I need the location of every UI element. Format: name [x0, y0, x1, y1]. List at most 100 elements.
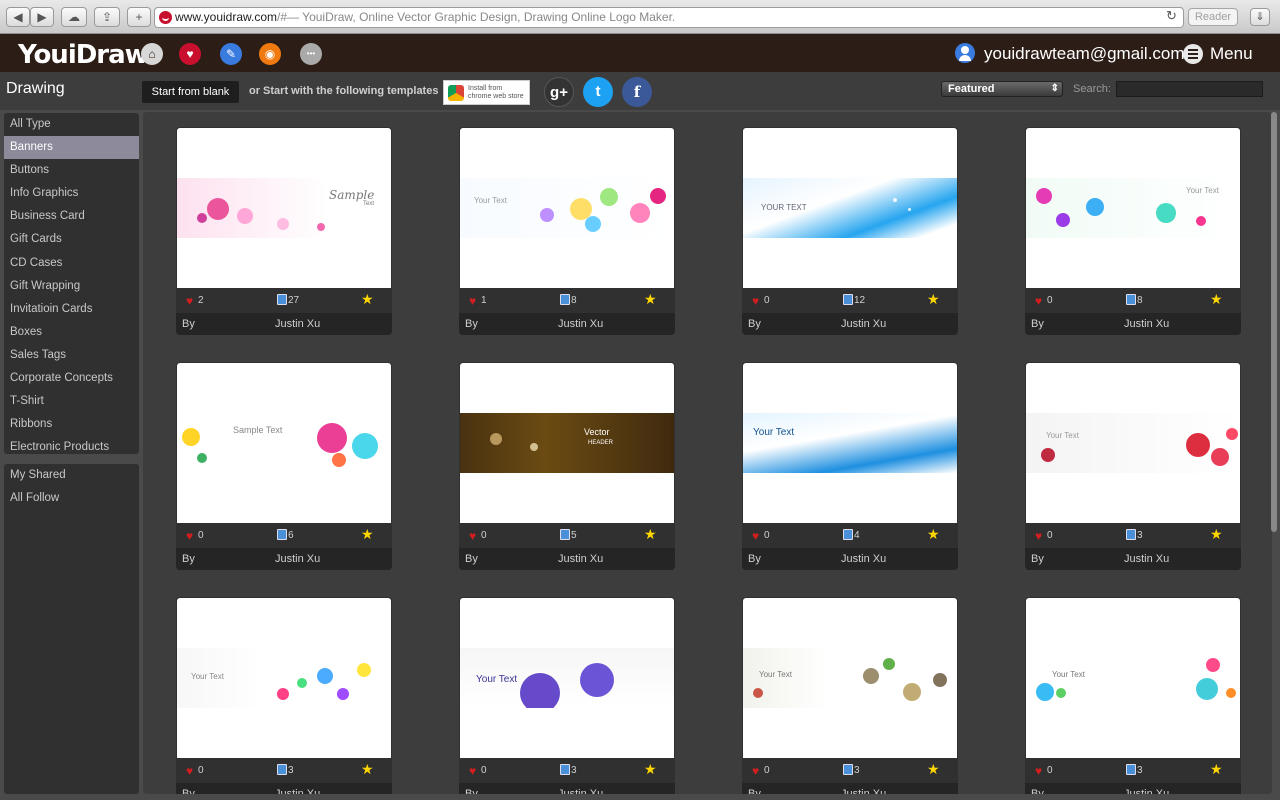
feather-icon[interactable]: ✎: [220, 43, 242, 65]
template-thumbnail[interactable]: Vector HEADER: [460, 363, 674, 523]
template-card[interactable]: Sample Text ♥ 2 27 ★ By Justin Xu: [176, 127, 392, 335]
sidebar-item-sales-tags[interactable]: Sales Tags: [4, 344, 139, 367]
new-tab-button[interactable]: +: [127, 7, 151, 27]
star-icon[interactable]: ★: [927, 291, 940, 308]
template-card[interactable]: Your Text ♥ 0 4 ★ By Justin Xu: [742, 362, 958, 570]
author-name[interactable]: Justin Xu: [841, 318, 886, 330]
menu-icon[interactable]: [1183, 44, 1203, 64]
search-input[interactable]: [1116, 81, 1263, 97]
back-button[interactable]: ◀: [6, 7, 30, 27]
edit-icon[interactable]: [1126, 529, 1136, 540]
template-thumbnail[interactable]: Your Text: [1026, 128, 1240, 288]
share-button[interactable]: ⇪: [94, 7, 120, 27]
author-name[interactable]: Justin Xu: [558, 553, 603, 565]
sidebar-item-t-shirt[interactable]: T-Shirt: [4, 390, 139, 413]
heart-icon[interactable]: ♥: [1035, 294, 1042, 308]
edit-icon[interactable]: [1126, 764, 1136, 775]
chrome-web-store-badge[interactable]: Install from chrome web store: [443, 80, 530, 105]
sidebar-item-banners[interactable]: Banners: [4, 136, 139, 160]
template-card[interactable]: YOUR TEXT ♥ 0 12 ★ By Justin Xu: [742, 127, 958, 335]
author-name[interactable]: Justin Xu: [558, 318, 603, 330]
star-icon[interactable]: ★: [361, 761, 374, 778]
heart-icon[interactable]: ♥: [186, 294, 193, 308]
template-thumbnail[interactable]: Your Text: [460, 128, 674, 288]
icloud-tabs-button[interactable]: ☁: [61, 7, 87, 27]
sidebar-item-ribbons[interactable]: Ribbons: [4, 413, 139, 436]
author-name[interactable]: Justin Xu: [275, 553, 320, 565]
star-icon[interactable]: ★: [1210, 526, 1223, 543]
author-name[interactable]: Justin Xu: [1124, 788, 1169, 794]
reader-button[interactable]: Reader: [1188, 8, 1238, 26]
home-icon[interactable]: ⌂: [141, 43, 163, 65]
template-card[interactable]: Your Text ♥ 0 3 ★ By Justin Xu: [1025, 597, 1241, 794]
address-bar[interactable]: www.youidraw.com/#— YouiDraw, Online Vec…: [154, 7, 1184, 28]
scrollbar-thumb[interactable]: [1271, 112, 1277, 532]
star-icon[interactable]: ★: [361, 526, 374, 543]
edit-icon[interactable]: [843, 294, 853, 305]
template-card[interactable]: Your Text ♥ 0 3 ★ By Justin Xu: [459, 597, 675, 794]
star-icon[interactable]: ★: [361, 291, 374, 308]
star-icon[interactable]: ★: [927, 526, 940, 543]
edit-icon[interactable]: [277, 294, 287, 305]
sidebar-item-corporate-concepts[interactable]: Corporate Concepts: [4, 367, 139, 390]
sidebar-item-boxes[interactable]: Boxes: [4, 321, 139, 344]
author-name[interactable]: Justin Xu: [1124, 318, 1169, 330]
template-thumbnail[interactable]: Your Text: [1026, 363, 1240, 523]
menu-button[interactable]: Menu: [1210, 44, 1253, 64]
sidebar-item-all-follow[interactable]: All Follow: [4, 487, 139, 510]
forward-button[interactable]: ▶: [30, 7, 54, 27]
template-thumbnail[interactable]: Your Text: [743, 363, 957, 523]
sidebar-item-invitatioin-cards[interactable]: Invitatioin Cards: [4, 298, 139, 321]
user-email[interactable]: youidrawteam@gmail.com: [984, 44, 1185, 64]
heart-icon[interactable]: ♥: [1035, 764, 1042, 778]
heart-icon[interactable]: ♥: [752, 294, 759, 308]
youidraw-logo[interactable]: YouiDraw: [18, 40, 149, 70]
sidebar-item-info-graphics[interactable]: Info Graphics: [4, 182, 139, 205]
author-name[interactable]: Justin Xu: [275, 318, 320, 330]
template-card[interactable]: Your Text ♥ 0 3 ★ By Justin Xu: [176, 597, 392, 794]
star-icon[interactable]: ★: [644, 526, 657, 543]
author-name[interactable]: Justin Xu: [1124, 553, 1169, 565]
sidebar-item-buttons[interactable]: Buttons: [4, 159, 139, 182]
template-card[interactable]: Vector HEADER ♥ 0 5 ★ By Justin Xu: [459, 362, 675, 570]
sidebar-item-gift-wrapping[interactable]: Gift Wrapping: [4, 275, 139, 298]
template-thumbnail[interactable]: Your Text: [177, 598, 391, 758]
sidebar-item-gift-cards[interactable]: Gift Cards: [4, 228, 139, 251]
downloads-button[interactable]: ⇓: [1250, 8, 1270, 26]
twitter-icon[interactable]: t: [583, 77, 613, 107]
edit-icon[interactable]: [560, 294, 570, 305]
google-plus-icon[interactable]: g+: [544, 77, 574, 107]
heart-icon[interactable]: ♥: [469, 764, 476, 778]
grid-scrollbar[interactable]: [1270, 112, 1278, 794]
more-icon[interactable]: •••: [300, 43, 322, 65]
edit-icon[interactable]: [277, 529, 287, 540]
sort-select[interactable]: Featured: [941, 81, 1063, 97]
star-icon[interactable]: ★: [644, 761, 657, 778]
sidebar-item-business-card[interactable]: Business Card: [4, 205, 139, 228]
facebook-icon[interactable]: f: [622, 77, 652, 107]
template-card[interactable]: Your Text ♥ 1 8 ★ By Justin Xu: [459, 127, 675, 335]
template-thumbnail[interactable]: Sample Text: [177, 363, 391, 523]
template-thumbnail[interactable]: Your Text: [1026, 598, 1240, 758]
author-name[interactable]: Justin Xu: [558, 788, 603, 794]
template-card[interactable]: Your Text ♥ 0 8 ★ By Justin Xu: [1025, 127, 1241, 335]
logo-tool-icon[interactable]: ◉: [259, 43, 281, 65]
author-name[interactable]: Justin Xu: [275, 788, 320, 794]
reload-icon[interactable]: ↻: [1166, 8, 1177, 24]
star-icon[interactable]: ★: [927, 761, 940, 778]
star-icon[interactable]: ★: [1210, 761, 1223, 778]
star-icon[interactable]: ★: [1210, 291, 1223, 308]
edit-icon[interactable]: [560, 764, 570, 775]
heart-icon[interactable]: ♥: [752, 529, 759, 543]
star-icon[interactable]: ★: [644, 291, 657, 308]
sidebar-item-cd-cases[interactable]: CD Cases: [4, 252, 139, 275]
sidebar-item-my-shared[interactable]: My Shared: [4, 464, 139, 487]
heart-icon[interactable]: ♥: [752, 764, 759, 778]
heart-icon[interactable]: ♥: [179, 43, 201, 65]
template-thumbnail[interactable]: Sample Text: [177, 128, 391, 288]
heart-icon[interactable]: ♥: [469, 529, 476, 543]
edit-icon[interactable]: [560, 529, 570, 540]
template-thumbnail[interactable]: Your Text: [460, 598, 674, 758]
template-card[interactable]: Sample Text ♥ 0 6 ★ By Justin Xu: [176, 362, 392, 570]
author-name[interactable]: Justin Xu: [841, 553, 886, 565]
